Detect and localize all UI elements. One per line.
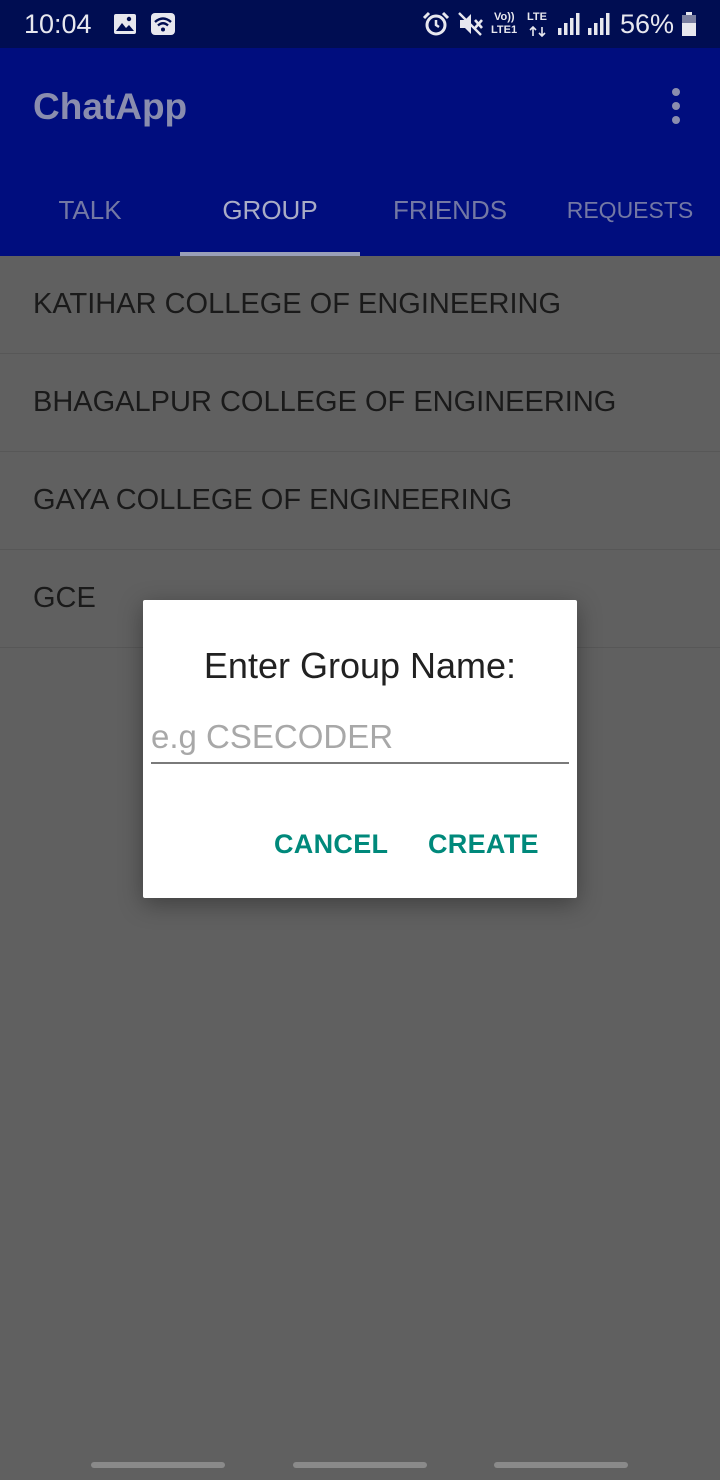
group-name: KATIHAR COLLEGE OF ENGINEERING: [33, 288, 562, 320]
tab-bar: TALK GROUP FRIENDS REQUESTS: [0, 182, 720, 256]
list-item[interactable]: BHAGALPUR COLLEGE OF ENGINEERING: [0, 354, 720, 452]
tab-group[interactable]: GROUP: [180, 182, 360, 256]
list-item[interactable]: GAYA COLLEGE OF ENGINEERING: [0, 452, 720, 550]
nav-back-button[interactable]: [494, 1462, 628, 1468]
nav-home-button[interactable]: [293, 1462, 427, 1468]
image-icon: [114, 14, 136, 34]
tab-talk[interactable]: TALK: [0, 182, 180, 256]
group-name: GAYA COLLEGE OF ENGINEERING: [33, 484, 513, 516]
status-time: 10:04: [24, 9, 92, 39]
tab-label: GROUP: [222, 195, 318, 225]
tab-label: TALK: [58, 195, 122, 225]
signal-icon: [558, 13, 580, 35]
mute-icon: [458, 12, 483, 36]
group-list: KATIHAR COLLEGE OF ENGINEERING BHAGALPUR…: [0, 256, 720, 648]
tab-label: REQUESTS: [566, 197, 694, 223]
nav-recents-button[interactable]: [91, 1462, 225, 1468]
tab-requests[interactable]: REQUESTS: [540, 182, 720, 256]
create-group-dialog: Enter Group Name: CANCEL CREATE: [143, 600, 577, 898]
alarm-icon: [422, 11, 450, 36]
create-button[interactable]: CREATE: [428, 822, 539, 866]
status-bar: 10:04 Vo)) LTE1 LTE 56%: [0, 0, 720, 48]
battery-percent: 56%: [620, 9, 675, 39]
group-name: GCE: [33, 582, 96, 614]
tab-friends[interactable]: FRIENDS: [360, 182, 540, 256]
lte-text: LTE: [527, 11, 547, 23]
dialog-title: Enter Group Name:: [203, 645, 517, 686]
app-title: ChatApp: [33, 86, 188, 127]
signal-icon: [588, 13, 610, 35]
battery-icon: [682, 12, 696, 36]
volte-bottom-text: LTE1: [491, 24, 518, 36]
navigation-bar: [0, 1448, 720, 1480]
list-item[interactable]: KATIHAR COLLEGE OF ENGINEERING: [0, 256, 720, 354]
more-vert-icon[interactable]: [664, 86, 688, 126]
group-name-input[interactable]: [151, 712, 569, 764]
cancel-button[interactable]: CANCEL: [274, 822, 388, 866]
tab-label: FRIENDS: [392, 195, 508, 225]
group-name: BHAGALPUR COLLEGE OF ENGINEERING: [33, 386, 617, 418]
wifi-icon: [151, 13, 175, 35]
data-arrows-icon: [529, 26, 546, 37]
volte-top-text: Vo)): [494, 11, 515, 23]
